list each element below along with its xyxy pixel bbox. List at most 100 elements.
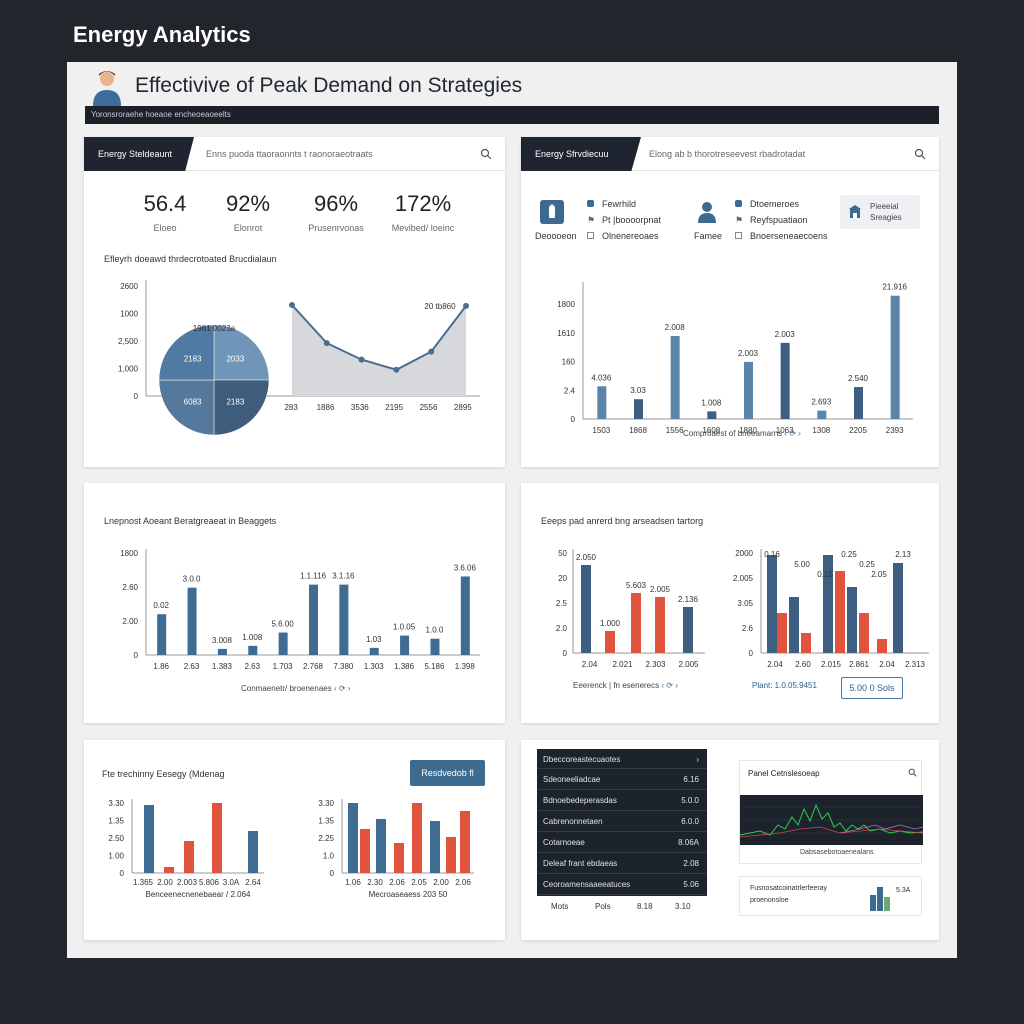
bar — [376, 819, 386, 873]
chevron-left-icon[interactable]: ‹ — [784, 429, 787, 438]
search-text[interactable]: Elong ab b thorotreseevest rbadrotadat — [649, 137, 805, 171]
y-tick-label: 0 — [134, 651, 139, 660]
legend-label: Bnoerseneaecoens — [750, 231, 828, 241]
bar — [744, 361, 753, 419]
bar-label: 0.15 — [817, 570, 833, 579]
bar-label: 3.1.16 — [332, 572, 355, 581]
strategies-action[interactable]: Pieeeial Sreagies — [840, 195, 920, 229]
data-point — [428, 348, 435, 355]
pie-label: 6083 — [184, 397, 202, 406]
bar-label: 1.0.05 — [393, 623, 416, 632]
x-tick-label: 2.861 — [849, 660, 870, 669]
y-tick-label: 2.6 — [742, 624, 754, 633]
bar-label: 2.050 — [576, 553, 597, 562]
chevron-left-icon[interactable]: ‹ — [661, 681, 664, 690]
legend-label: Reyfspuatiaon — [750, 215, 808, 225]
x-tick-label: 2.003 — [177, 878, 198, 887]
table-row[interactable]: Cabrenonnetaen 6.0.0 — [537, 811, 707, 832]
bar — [683, 607, 693, 653]
y-tick-label: 1800 — [557, 300, 575, 309]
search-icon[interactable] — [908, 768, 917, 777]
chart-subtitle: Efleyrh doeawd thrdecrotoated Brucdialau… — [104, 254, 277, 264]
battery-icon-tile[interactable] — [540, 200, 564, 224]
y-tick-label: 160 — [562, 358, 576, 367]
refresh-icon[interactable]: ⟳ — [666, 681, 673, 690]
user-avatar[interactable] — [89, 68, 125, 106]
x-tick-label: 2.768 — [303, 662, 324, 671]
forecast-title: Fusnosatcoinatrlerfeeray — [750, 885, 828, 892]
x-tick-label: 1.703 — [273, 662, 294, 671]
bar — [817, 410, 827, 419]
legend-item: Olnenereoaes — [587, 231, 659, 241]
row-label: Cotarnoeae — [543, 838, 585, 847]
person-icon — [698, 202, 716, 223]
y-tick-label: 3.30 — [108, 799, 124, 808]
bar-label: 1.000 — [600, 619, 621, 628]
bar-label: 3.008 — [212, 636, 233, 645]
x-tick-label: 1308 — [812, 426, 830, 435]
panel-caption: Dabsasebotoaenealans — [800, 849, 874, 856]
row-value: 2.08 — [683, 859, 699, 868]
search-icon[interactable] — [914, 148, 926, 160]
management-bar-chart-left: 3.30 1.35 2.50 1.00 0 1.365 2.00 2.003 5.806 3.0A… — [108, 799, 264, 899]
bar-label: 21.916 — [882, 283, 907, 292]
x-tick-label: 2.005 — [678, 660, 699, 669]
x-tick-label: 2.04 — [879, 660, 895, 669]
bar — [446, 837, 456, 873]
pie-slice — [213, 379, 270, 436]
resolve-button[interactable]: Resdvedob fl — [410, 760, 485, 786]
data-point — [393, 366, 400, 373]
refresh-icon[interactable]: ⟳ — [339, 684, 346, 693]
row-label: Bdnoebedeperasdas — [543, 796, 617, 805]
stat-label: Elonrot — [233, 223, 263, 233]
x-tick-label: 1886 — [317, 403, 335, 412]
bar-label: 1.03 — [366, 635, 382, 644]
table-row[interactable]: Sdeoneeliadcae 6.16 — [537, 769, 707, 790]
pie-title: 1981 0023a — [193, 324, 236, 333]
y-tick-label: 2.00 — [122, 617, 138, 626]
bar — [631, 593, 641, 653]
box-icon — [587, 232, 594, 239]
footer-cell: Pols — [595, 902, 611, 911]
table-row[interactable]: Deleaf frant ebdaeas 2.08 — [537, 853, 707, 874]
chart-subtitle: Eeeps pad anrerd bng arseadsen tartorg — [541, 516, 704, 526]
chart-subtitle: Fte trechinny Eesegy (Mdenag — [102, 769, 225, 779]
search-icon[interactable] — [480, 148, 492, 160]
legend-label: Pt |boooorpnat — [602, 215, 661, 225]
area-fill — [292, 305, 466, 396]
legend-item: Dtoemeroes — [735, 199, 799, 209]
table-row[interactable]: Cotarnoeae 8.06A — [537, 832, 707, 853]
forecast-sub: proenonsloe — [750, 897, 789, 904]
table-row[interactable]: Ceoroamensaaeeatuces 5.06 — [537, 874, 707, 895]
row-value: 6.16 — [683, 775, 699, 784]
chevron-right-icon[interactable]: › — [696, 749, 699, 770]
x-tick-label: 1.365 — [133, 878, 154, 887]
chevron-right-icon[interactable]: › — [675, 681, 678, 690]
legend-label: Fewrhild — [602, 199, 637, 209]
legend-label: Deoooeon — [535, 231, 577, 241]
chevron-right-icon[interactable]: › — [348, 684, 351, 693]
chevron-right-icon[interactable]: › — [798, 429, 801, 438]
x-tick-label: 1556 — [666, 426, 684, 435]
tab-energy-demand[interactable]: Energy Sfrvdiecuu — [521, 137, 641, 171]
sols-button[interactable]: 5.00 0 Sols — [841, 677, 903, 699]
bar — [164, 867, 174, 873]
refresh-icon[interactable]: ⟳ — [789, 429, 796, 438]
card-tabbar: Energy Steldeaunt Enns puoda ttaoraonnts… — [84, 137, 505, 171]
y-tick-label: 2.50 — [108, 834, 124, 843]
x-tick-label: 1.86 — [153, 662, 169, 671]
pie-label: 2033 — [226, 355, 244, 364]
x-tick-label: 3.0A — [223, 878, 240, 887]
y-tick-label: 1.0 — [323, 852, 335, 861]
stat-label: Eloeo — [153, 223, 177, 233]
tab-energy[interactable]: Energy Steldeaunt — [84, 137, 194, 171]
table-row[interactable]: Bdnoebedeperasdas 5.0.0 — [537, 790, 707, 811]
chevron-left-icon[interactable]: ‹ — [334, 684, 337, 693]
search-text[interactable]: Enns puoda ttaoraonnts t raonoraeotraats — [206, 137, 373, 171]
y-tick-label: 0 — [134, 392, 139, 401]
bar — [369, 647, 379, 655]
chart-caption: Benceenecnenebaear / 2.064 — [146, 890, 252, 899]
x-tick-label: 2.63 — [184, 662, 200, 671]
bar — [278, 632, 288, 655]
bar — [890, 295, 900, 419]
